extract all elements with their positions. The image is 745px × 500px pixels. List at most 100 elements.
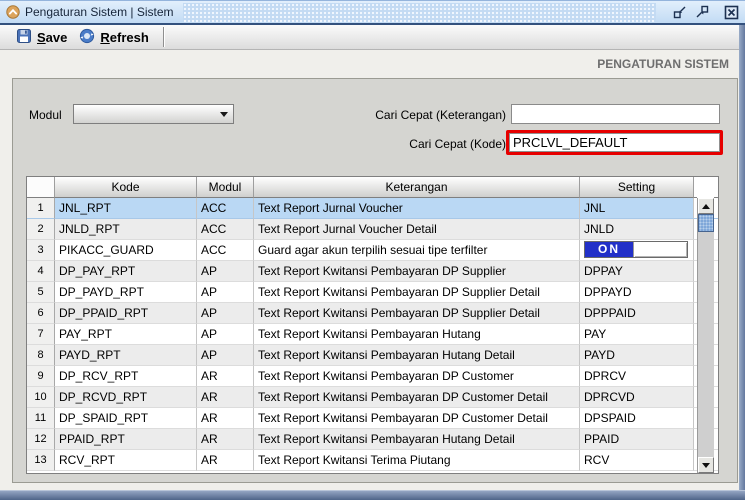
cell-keterangan[interactable]: Text Report Jurnal Voucher Detail <box>254 219 580 240</box>
header-modul[interactable]: Modul <box>197 177 254 198</box>
table-row[interactable]: 3 PIKACC_GUARD ACC Guard agar akun terpilih… <box>27 240 718 261</box>
header-kode[interactable]: Kode <box>55 177 197 198</box>
cell-keterangan[interactable]: Text Report Kwitansi Pembayaran Hutang D… <box>254 345 580 366</box>
cell-kode[interactable]: DP_RCV_RPT <box>55 366 197 387</box>
cell-kode[interactable]: DP_PAYD_RPT <box>55 282 197 303</box>
table-row[interactable]: 6 DP_PPAID_RPT AP Text Report Kwitansi Pemb… <box>27 303 718 324</box>
row-number[interactable]: 4 <box>27 261 55 282</box>
table-row[interactable]: 11 DP_SPAID_RPT AR Text Report Kwitansi Pem… <box>27 408 718 429</box>
cell-kode[interactable]: DP_PPAID_RPT <box>55 303 197 324</box>
cell-keterangan[interactable]: Text Report Kwitansi Pembayaran DP Custo… <box>254 366 580 387</box>
cell-keterangan[interactable]: Text Report Kwitansi Pembayaran DP Suppl… <box>254 303 580 324</box>
cell-setting[interactable]: DPSPAID <box>580 408 694 429</box>
row-number[interactable]: 10 <box>27 387 55 408</box>
cell-kode[interactable]: DP_PAY_RPT <box>55 261 197 282</box>
row-number[interactable]: 2 <box>27 219 55 240</box>
table-row[interactable]: 5 DP_PAYD_RPT AP Text Report Kwitansi Pemba… <box>27 282 718 303</box>
cell-setting[interactable]: ON <box>580 240 694 261</box>
cell-kode[interactable]: JNLD_RPT <box>55 219 197 240</box>
cell-setting[interactable]: PPAID <box>580 429 694 450</box>
row-number[interactable]: 5 <box>27 282 55 303</box>
table-row[interactable]: 7 PAY_RPT AP Text Report Kwitansi Pembayara… <box>27 324 718 345</box>
cell-modul[interactable]: AP <box>197 324 254 345</box>
cell-kode[interactable]: DP_RCVD_RPT <box>55 387 197 408</box>
save-button[interactable]: Save <box>10 26 73 49</box>
row-number[interactable]: 12 <box>27 429 55 450</box>
cell-modul[interactable]: AP <box>197 282 254 303</box>
cell-setting[interactable]: DPRCV <box>580 366 694 387</box>
table-row[interactable]: 13 RCV_RPT AR Text Report Kwitansi Terima P… <box>27 450 718 471</box>
table-row[interactable]: 2 JNLD_RPT ACC Text Report Jurnal Voucher D… <box>27 219 718 240</box>
modul-dropdown[interactable] <box>73 104 234 124</box>
cell-kode[interactable]: PIKACC_GUARD <box>55 240 197 261</box>
table-row[interactable]: 10 DP_RCVD_RPT AR Text Report Kwitansi Pemb… <box>27 387 718 408</box>
cell-kode[interactable]: RCV_RPT <box>55 450 197 471</box>
toolbar: Save Refresh <box>0 25 745 50</box>
cell-setting[interactable]: DPPAYD <box>580 282 694 303</box>
cell-keterangan[interactable]: Text Report Kwitansi Pembayaran DP Suppl… <box>254 261 580 282</box>
close-window-icon[interactable] <box>723 4 739 20</box>
cell-modul[interactable]: ACC <box>197 198 254 219</box>
row-number[interactable]: 3 <box>27 240 55 261</box>
setting-toggle[interactable]: ON <box>584 241 688 258</box>
row-number[interactable]: 6 <box>27 303 55 324</box>
cell-modul[interactable]: AR <box>197 366 254 387</box>
cell-modul[interactable]: AR <box>197 408 254 429</box>
cell-keterangan[interactable]: Text Report Kwitansi Pembayaran DP Custo… <box>254 408 580 429</box>
cell-setting[interactable]: PAYD <box>580 345 694 366</box>
header-setting[interactable]: Setting <box>580 177 694 198</box>
row-number[interactable]: 9 <box>27 366 55 387</box>
row-number[interactable]: 13 <box>27 450 55 471</box>
cell-setting[interactable]: RCV <box>580 450 694 471</box>
table-row[interactable]: 9 DP_RCV_RPT AR Text Report Kwitansi Pembay… <box>27 366 718 387</box>
cell-keterangan[interactable]: Text Report Kwitansi Terima Piutang <box>254 450 580 471</box>
cell-keterangan[interactable]: Guard agar akun terpilih sesuai tipe ter… <box>254 240 580 261</box>
table-row[interactable]: 12 PPAID_RPT AR Text Report Kwitansi Pembay… <box>27 429 718 450</box>
toggle-slider[interactable] <box>633 242 687 257</box>
float-window-icon[interactable] <box>672 4 688 20</box>
scroll-down-button[interactable] <box>698 457 714 473</box>
cell-setting[interactable]: DPPAY <box>580 261 694 282</box>
cell-modul[interactable]: ACC <box>197 240 254 261</box>
cell-modul[interactable]: AR <box>197 450 254 471</box>
cell-setting[interactable]: JNL <box>580 198 694 219</box>
table-row[interactable]: 1 JNL_RPT ACC Text Report Jurnal Voucher JNL <box>27 198 718 219</box>
cell-keterangan[interactable]: Text Report Kwitansi Pembayaran Hutang D… <box>254 429 580 450</box>
table-row[interactable]: 8 PAYD_RPT AP Text Report Kwitansi Pembayar… <box>27 345 718 366</box>
cell-setting[interactable]: DPPPAID <box>580 303 694 324</box>
cell-setting[interactable]: DPRCVD <box>580 387 694 408</box>
cell-setting[interactable]: JNLD <box>580 219 694 240</box>
cell-modul[interactable]: AP <box>197 303 254 324</box>
floppy-disk-icon <box>16 28 32 47</box>
row-number[interactable]: 8 <box>27 345 55 366</box>
cari-keterangan-input[interactable] <box>511 104 720 124</box>
cell-modul[interactable]: AR <box>197 387 254 408</box>
vertical-scrollbar[interactable] <box>697 177 714 473</box>
save-button-label: Save <box>37 29 68 45</box>
maximize-window-icon[interactable] <box>694 4 710 20</box>
cell-kode[interactable]: DP_SPAID_RPT <box>55 408 197 429</box>
refresh-button[interactable]: Refresh <box>73 26 154 49</box>
cell-kode[interactable]: PAYD_RPT <box>55 345 197 366</box>
cari-kode-input[interactable] <box>509 133 720 152</box>
cell-modul[interactable]: AP <box>197 261 254 282</box>
header-keterangan[interactable]: Keterangan <box>254 177 580 198</box>
cell-modul[interactable]: AP <box>197 345 254 366</box>
cell-keterangan[interactable]: Text Report Kwitansi Pembayaran Hutang <box>254 324 580 345</box>
cell-setting[interactable]: PAY <box>580 324 694 345</box>
row-number[interactable]: 7 <box>27 324 55 345</box>
table-row[interactable]: 4 DP_PAY_RPT AP Text Report Kwitansi Pembay… <box>27 261 718 282</box>
cell-modul[interactable]: ACC <box>197 219 254 240</box>
cell-keterangan[interactable]: Text Report Jurnal Voucher <box>254 198 580 219</box>
scrollbar-thumb[interactable] <box>698 214 714 232</box>
cell-keterangan[interactable]: Text Report Kwitansi Pembayaran DP Custo… <box>254 387 580 408</box>
scroll-up-button[interactable] <box>698 198 714 214</box>
cell-kode[interactable]: JNL_RPT <box>55 198 197 219</box>
scrollbar-track[interactable] <box>698 232 714 457</box>
row-number[interactable]: 1 <box>27 198 55 219</box>
row-number[interactable]: 11 <box>27 408 55 429</box>
cell-kode[interactable]: PPAID_RPT <box>55 429 197 450</box>
cell-modul[interactable]: AR <box>197 429 254 450</box>
cell-keterangan[interactable]: Text Report Kwitansi Pembayaran DP Suppl… <box>254 282 580 303</box>
cell-kode[interactable]: PAY_RPT <box>55 324 197 345</box>
